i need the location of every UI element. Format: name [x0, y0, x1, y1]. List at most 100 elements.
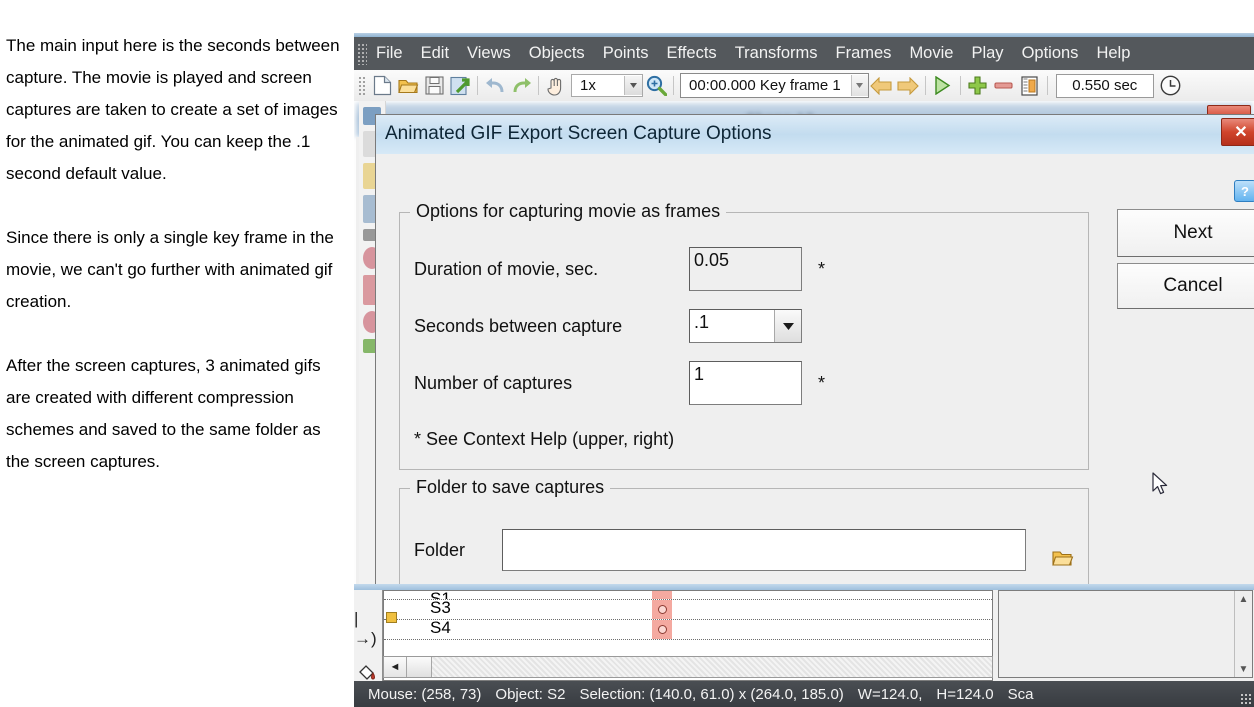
- next-keyframe-button[interactable]: [895, 73, 921, 98]
- menu-item-play[interactable]: Play: [962, 41, 1012, 66]
- timeline-row-s3[interactable]: S3: [384, 598, 992, 620]
- keyframe-value: 00:00.000 Key frame 1: [689, 77, 841, 94]
- undo-button[interactable]: [482, 73, 508, 98]
- menu-item-effects[interactable]: Effects: [658, 41, 726, 66]
- menu-item-options[interactable]: Options: [1013, 41, 1088, 66]
- browse-folder-button[interactable]: [1051, 547, 1075, 569]
- status-mouse: Mouse: (258, 73): [368, 685, 482, 703]
- menu-item-file[interactable]: File: [367, 41, 412, 66]
- timeline-marker-s3[interactable]: [652, 600, 672, 619]
- export-button[interactable]: [447, 73, 473, 98]
- folder-group-legend: Folder to save captures: [410, 477, 611, 498]
- timeline-vertical-scrollbar[interactable]: ▲ ▼: [1234, 591, 1252, 677]
- animated-gif-export-dialog: Animated GIF Export Screen Capture Optio…: [375, 114, 1254, 594]
- toolbar-separator-2: [538, 76, 539, 95]
- save-button[interactable]: [421, 73, 447, 98]
- frames-icon: [1021, 75, 1038, 96]
- screenshot-root: The main input here is the seconds betwe…: [0, 0, 1254, 707]
- seconds-between-capture-value: .1: [694, 312, 710, 332]
- timeline-row-s4[interactable]: S4: [384, 618, 992, 640]
- scroll-down-arrow-icon[interactable]: ▼: [1235, 661, 1252, 677]
- status-object: Object: S2: [495, 685, 566, 703]
- zoom-level-combobox[interactable]: 1x: [571, 74, 643, 97]
- context-help-footnote: * See Context Help (upper, right): [414, 429, 675, 449]
- status-scale: Sca: [1007, 685, 1034, 703]
- status-width: W=124.0,: [857, 685, 923, 703]
- open-file-button[interactable]: [395, 73, 421, 98]
- scroll-left-arrow-icon[interactable]: ◄: [384, 657, 407, 677]
- chevron-down-icon-keyframe[interactable]: [850, 75, 868, 96]
- menu-item-transforms[interactable]: Transforms: [726, 41, 827, 66]
- timeline-row-s1[interactable]: S1: [384, 591, 992, 600]
- fill-tool-icon[interactable]: [354, 658, 380, 681]
- cancel-button[interactable]: Cancel: [1117, 263, 1254, 309]
- prev-keyframe-button[interactable]: [869, 73, 895, 98]
- frame-duration-field[interactable]: 0.550 sec: [1055, 73, 1154, 98]
- capture-options-legend: Options for capturing movie as frames: [410, 201, 727, 222]
- dialog-close-button[interactable]: ✕: [1221, 118, 1254, 146]
- timeline-horizontal-scrollbar[interactable]: ◄: [383, 656, 993, 678]
- floppy-disk-icon: [424, 76, 444, 95]
- add-keyframe-button[interactable]: [965, 73, 991, 98]
- toolbar-drag-grip[interactable]: [358, 75, 366, 96]
- folder-label: Folder: [414, 539, 466, 560]
- keyframe-dot-s4[interactable]: [658, 625, 667, 634]
- folder-input[interactable]: [502, 529, 1026, 571]
- duration-input[interactable]: 0.05: [689, 247, 802, 291]
- menu-item-movie[interactable]: Movie: [900, 41, 962, 66]
- notes-panel: The main input here is the seconds betwe…: [6, 30, 346, 510]
- chevron-down-icon[interactable]: [624, 76, 642, 95]
- play-icon: [935, 76, 951, 95]
- menu-item-views[interactable]: Views: [458, 41, 520, 66]
- timeline-tool-column: |→): [354, 590, 383, 681]
- menu-item-points[interactable]: Points: [594, 41, 658, 66]
- status-height: H=124.0: [936, 685, 994, 703]
- zoom-tool-button[interactable]: [643, 73, 669, 98]
- context-help-icon[interactable]: ?: [1234, 180, 1254, 202]
- note-paragraph-1: The main input here is the seconds betwe…: [6, 36, 340, 183]
- mouse-cursor: [1152, 472, 1170, 498]
- menu-item-help[interactable]: Help: [1087, 41, 1139, 66]
- captures-footnote-marker: *: [818, 372, 826, 393]
- remove-keyframe-button[interactable]: [991, 73, 1017, 98]
- horizontal-scroll-track[interactable]: [432, 657, 992, 677]
- arrow-left-icon: [870, 76, 892, 95]
- seconds-between-capture-combobox[interactable]: .1: [689, 309, 802, 343]
- menu-item-objects[interactable]: Objects: [520, 41, 594, 66]
- resize-grip[interactable]: [1240, 693, 1252, 705]
- number-of-captures-input[interactable]: 1: [689, 361, 802, 405]
- copy-frame-button[interactable]: [1017, 73, 1043, 98]
- scroll-up-arrow-icon[interactable]: ▲: [1235, 591, 1252, 607]
- toolbar-separator-1: [477, 76, 478, 95]
- number-of-captures-row: Number of captures 1 *: [414, 361, 1074, 405]
- timeline-panel: |→) S1 S3 S4: [354, 584, 1254, 681]
- play-button[interactable]: [930, 73, 956, 98]
- menu-item-frames[interactable]: Frames: [827, 41, 901, 66]
- duration-footnote-marker: *: [818, 258, 826, 279]
- new-document-button[interactable]: [369, 73, 395, 98]
- pan-tool-button[interactable]: [543, 73, 569, 98]
- timing-button[interactable]: [1158, 73, 1184, 98]
- timeline-side-panel: ▲ ▼: [998, 590, 1253, 678]
- timeline-marker-s4[interactable]: [652, 620, 672, 639]
- capture-options-group: Options for capturing movie as frames Du…: [399, 201, 1089, 470]
- next-button[interactable]: Next: [1117, 209, 1254, 257]
- cursor-arrow-icon: [1152, 472, 1168, 495]
- toolbar-separator-6: [1046, 76, 1048, 95]
- menu-item-edit[interactable]: Edit: [412, 41, 458, 66]
- menu-drag-grip[interactable]: [357, 42, 367, 65]
- selection-handle[interactable]: [386, 612, 397, 623]
- redo-icon: [513, 77, 531, 92]
- horizontal-scroll-thumb[interactable]: [407, 657, 432, 677]
- keyframe-combobox[interactable]: 00:00.000 Key frame 1: [680, 73, 869, 98]
- folder-row: Folder: [414, 529, 1074, 571]
- status-bar: Mouse: (258, 73) Object: S2 Selection: (…: [354, 681, 1254, 707]
- toolbar-separator-3: [673, 76, 674, 95]
- insert-frame-icon[interactable]: |→): [354, 609, 380, 648]
- timeline-marker-s1[interactable]: [652, 591, 672, 599]
- keyframe-dot-s3[interactable]: [658, 605, 667, 614]
- chevron-down-icon-seconds[interactable]: [774, 310, 801, 342]
- redo-button[interactable]: [508, 73, 534, 98]
- hand-icon: [546, 77, 561, 96]
- dialog-titlebar[interactable]: Animated GIF Export Screen Capture Optio…: [376, 115, 1254, 155]
